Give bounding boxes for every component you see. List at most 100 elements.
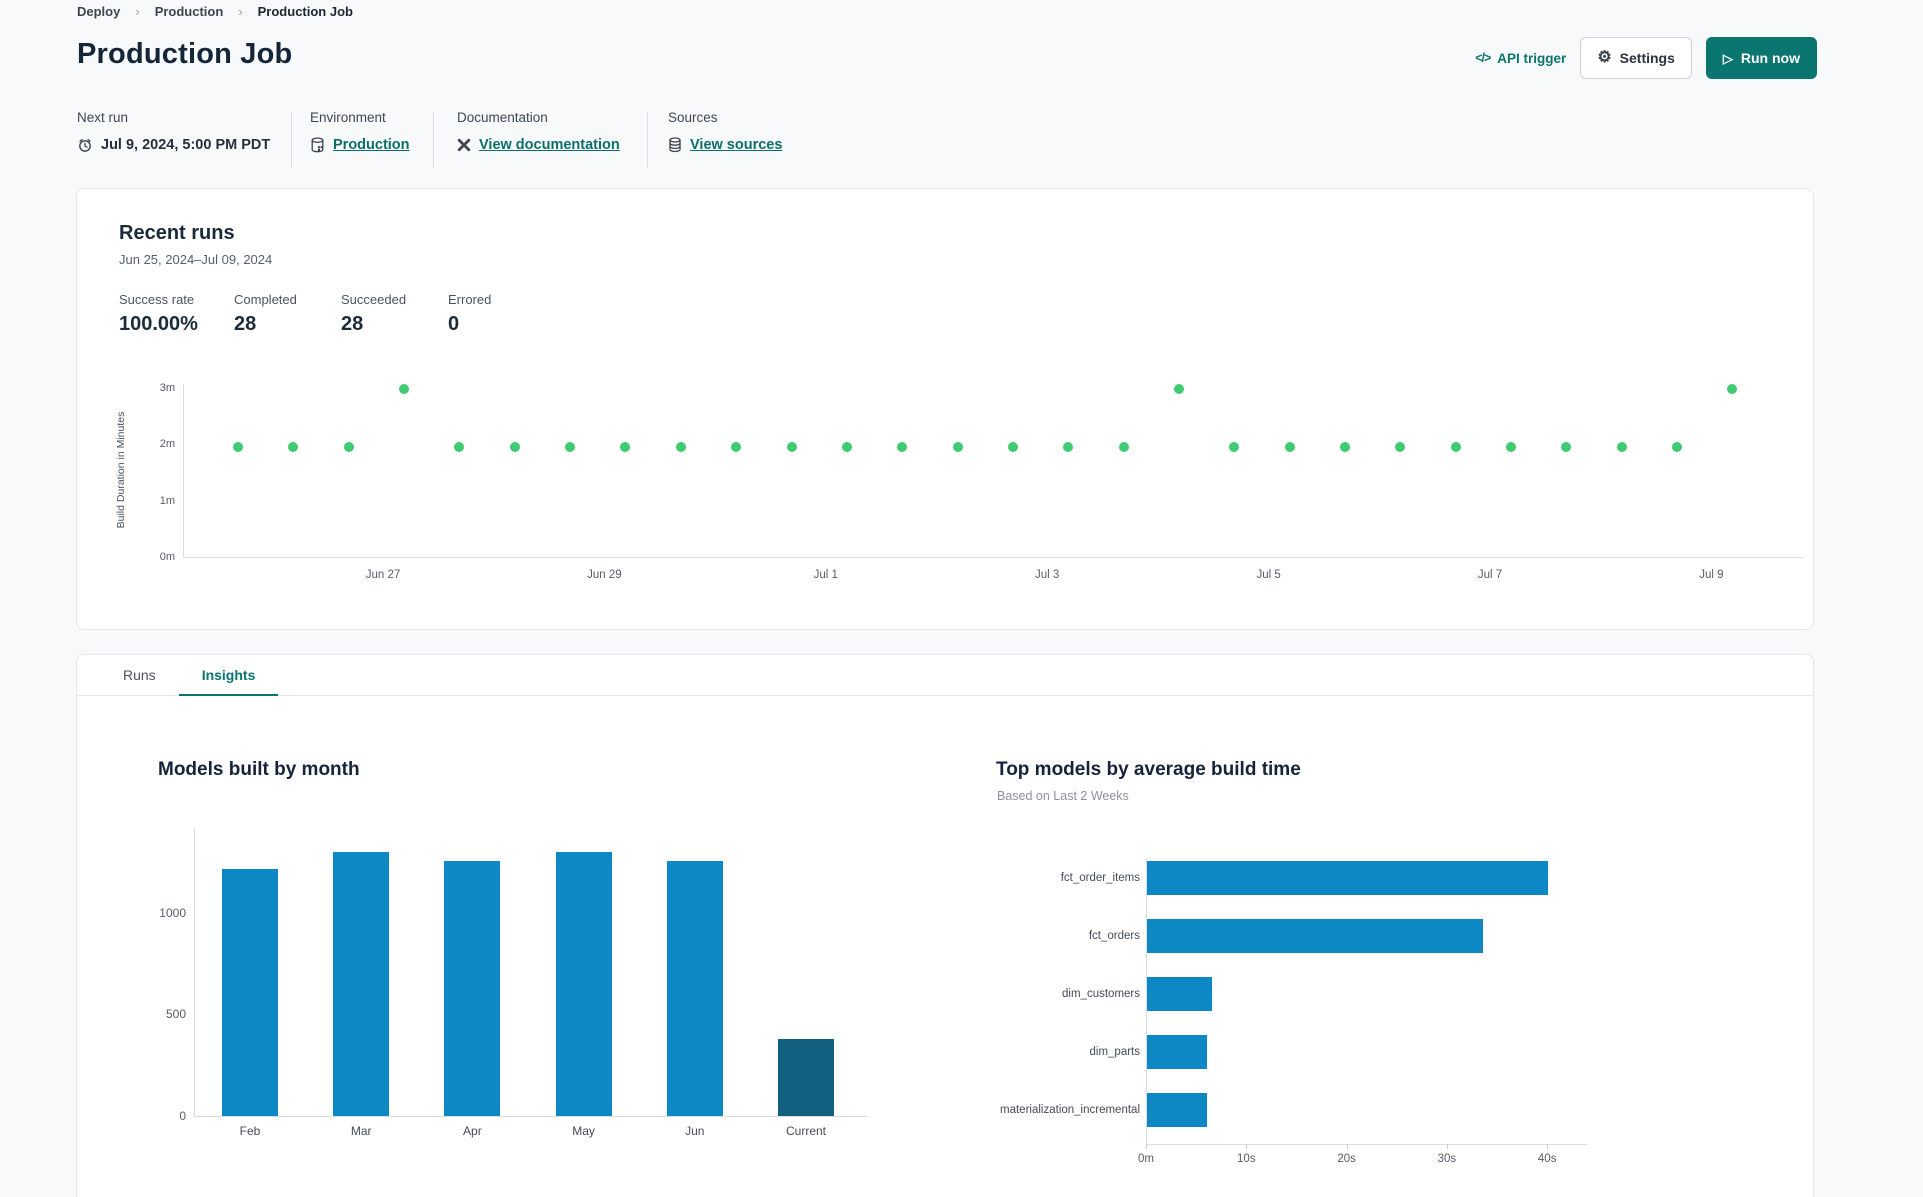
info-documentation: Documentation View documentation — [457, 110, 620, 153]
run-dot[interactable] — [620, 442, 631, 453]
bar-dim_customers — [1147, 977, 1213, 1011]
model-label: fct_orders — [1088, 930, 1140, 942]
run-dot[interactable] — [399, 384, 410, 395]
run-dot[interactable] — [731, 442, 742, 453]
run-dot[interactable] — [675, 442, 686, 453]
bar-fct_order_items — [1147, 861, 1549, 895]
run-dot[interactable] — [1118, 442, 1129, 453]
run-dot[interactable] — [343, 442, 354, 453]
top-models-chart: fct_order_items fct_orders dim_customersdi… — [1000, 851, 1766, 1181]
run-dot[interactable] — [1173, 384, 1184, 395]
run-dot[interactable] — [1506, 442, 1517, 453]
run-dot[interactable] — [1284, 442, 1295, 453]
run-dot[interactable] — [1672, 442, 1683, 453]
run-dot[interactable] — [786, 442, 797, 453]
settings-label: Settings — [1619, 50, 1675, 66]
bar-dim_parts — [1147, 1035, 1208, 1069]
breadcrumb-item-deploy[interactable]: Deploy — [77, 4, 120, 19]
run-dot[interactable] — [509, 442, 520, 453]
insights-card: Runs Insights Models built by month 0 500 1… — [76, 654, 1814, 1197]
recent-runs-card: Recent runs Jun 25, 2024–Jul 09, 2024 Su… — [76, 188, 1814, 630]
x-category-label: Feb — [239, 1124, 261, 1138]
api-trigger-link[interactable]: </> API trigger — [1475, 51, 1566, 66]
y-axis-line — [194, 828, 195, 1116]
run-dot[interactable] — [1616, 442, 1627, 453]
play-icon: ▷ — [1722, 50, 1733, 66]
run-dot[interactable] — [841, 442, 852, 453]
bar-materialization_incremental — [1147, 1093, 1208, 1127]
run-dot[interactable] — [454, 442, 465, 453]
api-trigger-label: API trigger — [1497, 50, 1567, 66]
models-built-chart: 0 500 1000 Feb Mar Apr May Jun Current — [159, 821, 894, 1151]
stat-value: 28 — [234, 313, 257, 335]
chevron-right-icon: › — [135, 4, 140, 19]
run-dot[interactable] — [1727, 384, 1738, 395]
code-icon: </> — [1475, 51, 1491, 65]
info-label: Documentation — [457, 110, 548, 125]
stat-label: Completed — [234, 292, 297, 307]
y-tick-label: 1000 — [159, 905, 186, 920]
header-actions: </> API trigger ⚙ Settings ▷ Run now — [1475, 37, 1817, 79]
stat-label: Success rate — [119, 292, 195, 307]
breadcrumb-item-production[interactable]: Production — [155, 4, 224, 19]
breadcrumb: Deploy › Production › Production Job — [77, 4, 353, 19]
x-category-label: May — [572, 1124, 595, 1138]
y-tick-label: 2m — [159, 438, 175, 451]
y-tick-label: 3m — [159, 381, 175, 394]
run-now-button[interactable]: ▷ Run now — [1705, 37, 1817, 79]
run-dot[interactable] — [952, 442, 963, 453]
settings-button[interactable]: ⚙ Settings — [1580, 37, 1692, 79]
info-value-text: Jul 9, 2024, 5:00 PM PDT — [101, 137, 271, 153]
top-models-chart-title: Top models by average build time — [996, 759, 1301, 780]
y-tick-label: 0m — [159, 551, 175, 563]
info-value-text: View sources — [690, 137, 783, 153]
x-tick-label: 20s — [1337, 1153, 1356, 1165]
run-dot[interactable] — [1395, 442, 1406, 453]
top-models-chart-subtitle: Based on Last 2 Weeks — [997, 789, 1129, 803]
x-tick-label: Jul 9 — [1699, 569, 1724, 581]
model-label: dim_customers — [1062, 988, 1140, 1000]
info-next-run: Next run Jul 9, 2024, 5:00 PM PDT — [77, 110, 270, 153]
job-info-row: Next run Jul 9, 2024, 5:00 PM PDT Environm… — [0, 110, 1923, 172]
model-label: materialization_incremental — [1000, 1104, 1140, 1116]
database-icon — [310, 137, 325, 153]
run-dot[interactable] — [897, 442, 908, 453]
run-dot[interactable] — [1063, 442, 1074, 453]
x-tick-mark — [1446, 1144, 1448, 1149]
info-divider — [433, 112, 434, 168]
tab-runs[interactable]: Runs — [100, 655, 179, 696]
breadcrumb-item-production-job: Production Job — [257, 4, 353, 19]
info-link[interactable]: View documentation — [457, 137, 620, 153]
x-tick-label: Jul 7 — [1477, 569, 1503, 581]
x-tick-mark — [1146, 1144, 1147, 1149]
run-dot[interactable] — [1450, 442, 1461, 453]
x-tick-label: Jun 29 — [587, 569, 622, 581]
x-tick-label: Jul 5 — [1256, 569, 1281, 581]
stat-label: Errored — [448, 292, 492, 307]
run-dot[interactable] — [1340, 442, 1350, 453]
run-dot[interactable] — [1007, 442, 1018, 453]
model-label: dim_parts — [1089, 1046, 1141, 1058]
run-dot[interactable] — [1561, 442, 1572, 453]
info-link[interactable]: View sources — [668, 137, 782, 153]
info-link[interactable]: Production — [310, 137, 410, 153]
x-tick-label: Jul 3 — [1035, 569, 1060, 581]
run-dot[interactable] — [233, 442, 243, 453]
dbt-docs-icon — [457, 138, 471, 152]
run-dot[interactable] — [565, 442, 576, 453]
stat-value: 100.00% — [119, 313, 198, 335]
model-label: fct_order_items — [1060, 872, 1140, 884]
stat-label: Succeeded — [341, 292, 407, 307]
clock-icon — [77, 137, 93, 153]
chevron-right-icon: › — [238, 4, 243, 19]
tab-insights[interactable]: Insights — [178, 655, 279, 696]
info-divider — [291, 112, 292, 168]
x-category-label: Current — [785, 1124, 827, 1138]
x-category-label: Jun — [685, 1124, 705, 1138]
sources-icon — [668, 137, 682, 153]
info-label: Sources — [668, 110, 718, 125]
run-dot[interactable] — [1229, 442, 1240, 453]
info-value-text: Production — [333, 137, 410, 153]
run-dot[interactable] — [288, 442, 299, 453]
x-axis-line — [1146, 1144, 1588, 1145]
